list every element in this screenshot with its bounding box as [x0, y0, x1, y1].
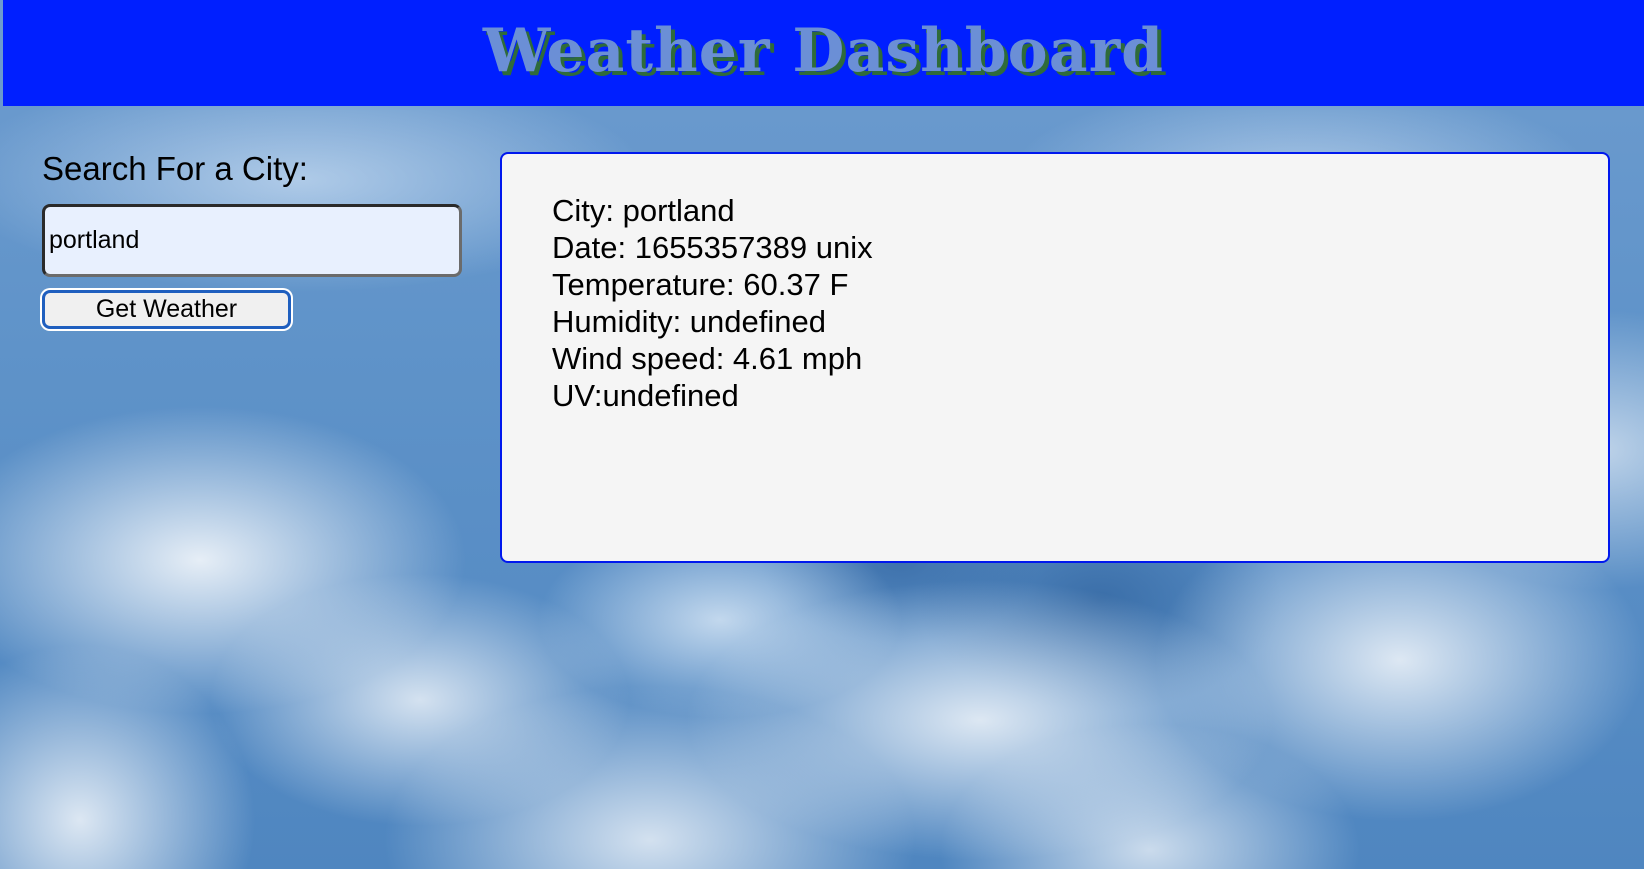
result-wind-speed: Wind speed: 4.61 mph: [552, 341, 863, 376]
page-header: Weather Dashboard: [3, 0, 1644, 106]
result-date: Date: 1655357389 unix: [552, 230, 873, 265]
result-humidity: Humidity: undefined: [552, 304, 826, 339]
page-title: Weather Dashboard: [482, 16, 1165, 86]
search-label: Search For a City:: [42, 150, 308, 187]
result-city: City: portland: [552, 193, 735, 228]
city-search-input[interactable]: [42, 204, 462, 277]
result-temperature: Temperature: 60.37 F: [552, 267, 849, 302]
weather-results-card: City: portland Date: 1655357389 unix Tem…: [500, 152, 1610, 563]
get-weather-button[interactable]: Get Weather: [42, 290, 291, 329]
result-uv: UV:undefined: [552, 378, 739, 413]
